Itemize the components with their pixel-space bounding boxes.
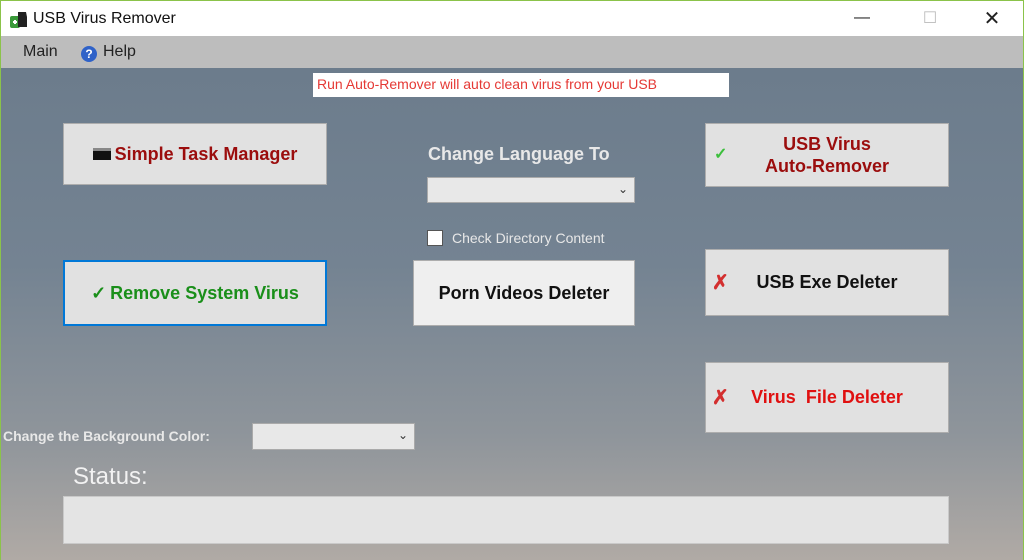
usb-exe-deleter-button[interactable]: ✗ USB Exe Deleter [705, 249, 949, 316]
close-button[interactable]: ✕ [969, 1, 1015, 35]
button-label-line1: USB Virus [783, 134, 871, 154]
help-icon: ? [81, 46, 97, 62]
title-bar: USB Virus Remover — ☐ ✕ [0, 0, 1024, 36]
virus-file-deleter-button[interactable]: ✗ Virus File Deleter [705, 362, 949, 433]
minimize-button[interactable]: — [839, 1, 885, 35]
notice-text: Run Auto-Remover will auto clean virus f… [313, 73, 729, 97]
chevron-down-icon: ⌄ [397, 428, 408, 442]
background-color-label: Change the Background Color: [3, 428, 210, 444]
menu-main[interactable]: Main [23, 43, 58, 61]
background-color-select[interactable]: ⌄ [252, 423, 415, 450]
app-shield-icon [10, 12, 27, 28]
menu-help[interactable]: ? Help [81, 43, 136, 62]
menu-help-label: Help [103, 43, 136, 60]
simple-task-manager-button[interactable]: Simple Task Manager [63, 123, 327, 185]
menu-bar: Main ? Help [0, 36, 1024, 68]
button-label: Remove System Virus [110, 282, 299, 303]
language-select[interactable]: ⌄ [427, 177, 635, 203]
button-label: Virus File Deleter [751, 387, 903, 407]
porn-videos-deleter-button[interactable]: Porn Videos Deleter [413, 260, 635, 326]
main-panel: Run Auto-Remover will auto clean virus f… [0, 68, 1024, 560]
x-icon: ✗ [712, 387, 729, 409]
language-label: Change Language To [428, 144, 610, 164]
status-box [63, 496, 949, 544]
button-label: Simple Task Manager [114, 143, 298, 164]
remove-system-virus-button[interactable]: ✓ Remove System Virus [63, 260, 327, 326]
usb-auto-remover-button[interactable]: ✓ USB Virus Auto-Remover [705, 123, 949, 187]
checkbox-label: Check Directory Content [452, 230, 605, 246]
maximize-button[interactable]: ☐ [907, 1, 953, 35]
button-label: USB Exe Deleter [756, 272, 898, 292]
terminal-icon [92, 148, 111, 160]
button-label-line2: Auto-Remover [764, 156, 889, 176]
checkbox-box[interactable] [427, 230, 443, 246]
button-label: Porn Videos Deleter [438, 282, 610, 303]
chevron-down-icon: ⌄ [617, 182, 628, 196]
x-icon: ✗ [712, 272, 729, 294]
check-icon: ✓ [714, 146, 728, 163]
check-directory-checkbox[interactable]: Check Directory Content [427, 230, 605, 246]
check-icon: ✓ [91, 282, 107, 303]
status-label: Status: [73, 463, 148, 490]
window-title: USB Virus Remover [33, 10, 176, 27]
